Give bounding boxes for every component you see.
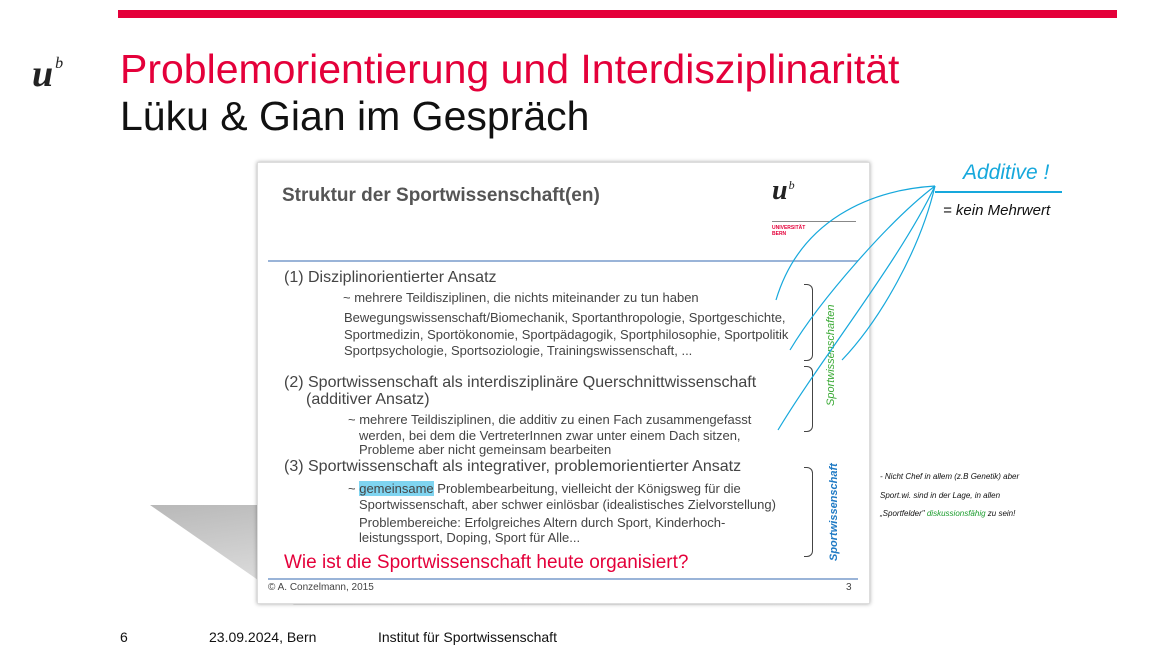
footer-date-place: 23.09.2024, Bern — [209, 629, 317, 645]
annotation-arrow-1 — [775, 185, 936, 301]
annotation-note-line1: - Nicht Chef in allem (z.B Genetik) aber — [880, 472, 1020, 481]
annotation-additive: Additive ! — [963, 161, 1050, 184]
annotation-arrow-2 — [789, 185, 936, 351]
annotation-arrows — [775, 185, 936, 431]
annotation-arrow-3 — [777, 185, 936, 431]
footer-page-number: 6 — [120, 629, 128, 645]
annotation-note-line2: Sport.wi. sind in der Lage, in allen — [880, 491, 1001, 500]
annotation-note-line3: „Sportfelder" diskussionsfähig zu sein! — [880, 509, 1016, 518]
annotation-underline — [935, 191, 1062, 193]
footer-institute: Institut für Sportwissenschaft — [378, 629, 557, 645]
annotation-kein-mehrwert: = kein Mehrwert — [943, 202, 1051, 219]
